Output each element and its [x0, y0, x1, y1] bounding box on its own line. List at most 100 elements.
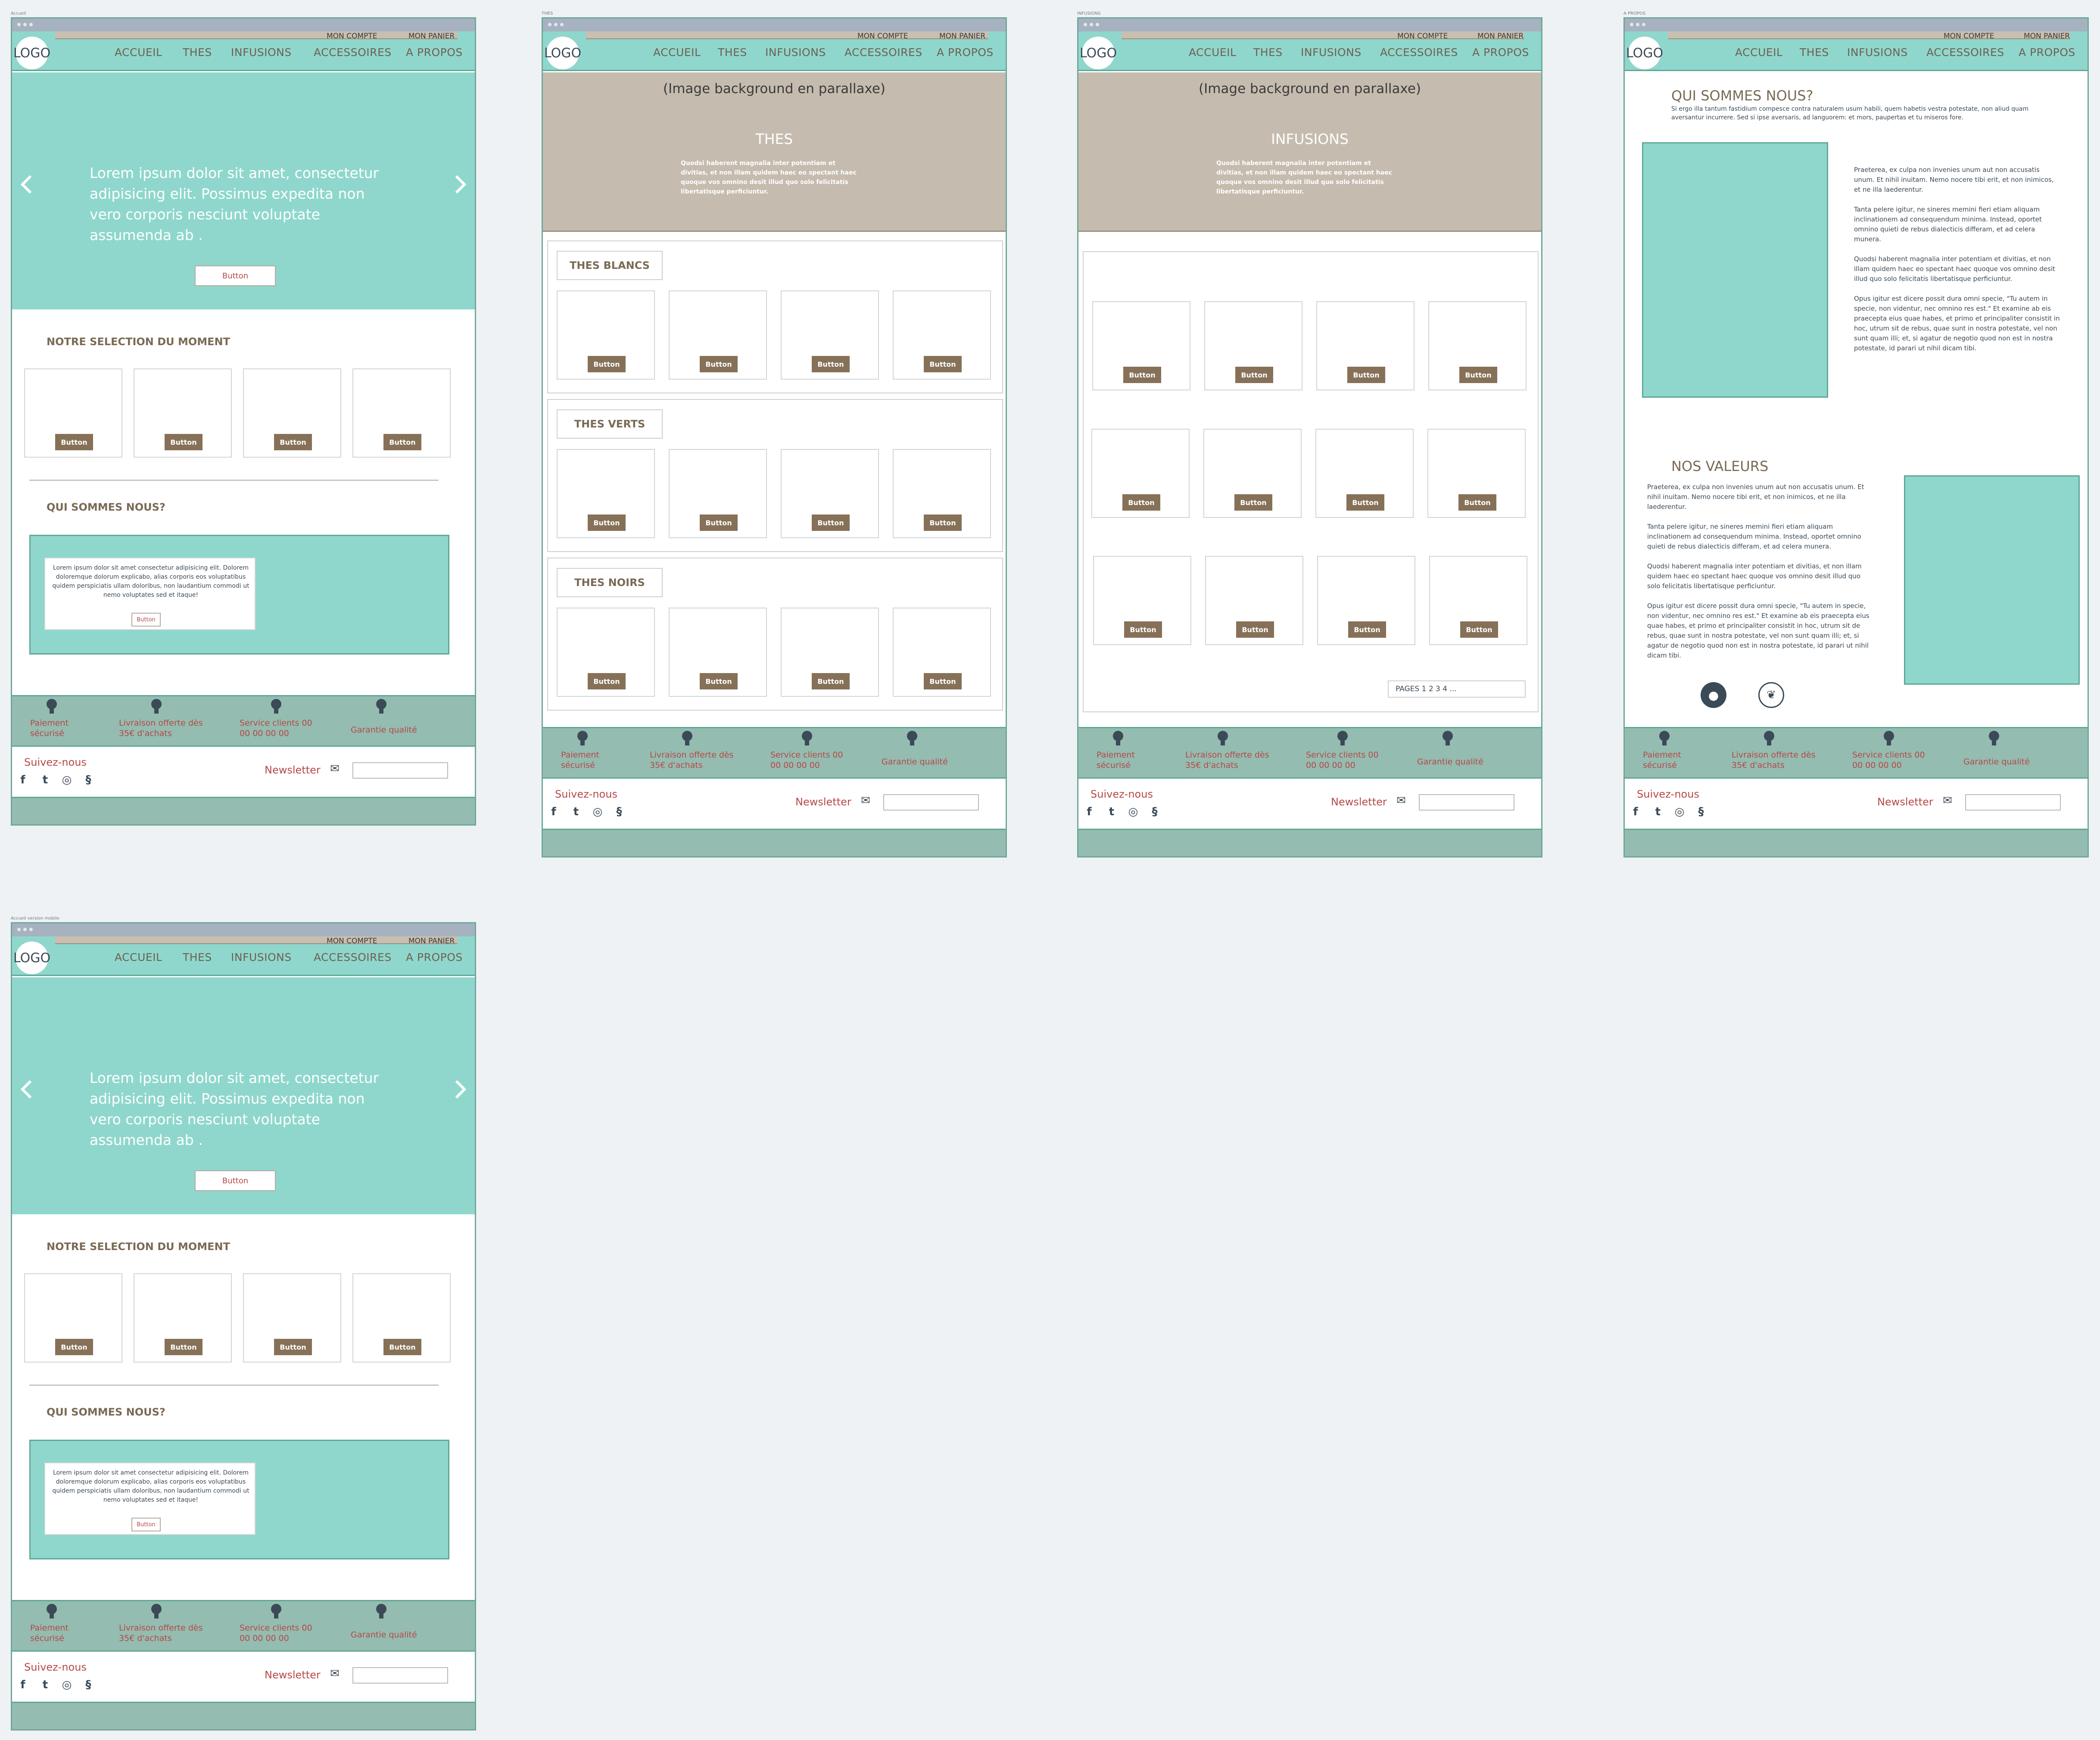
- product-button[interactable]: Button: [812, 673, 850, 689]
- nav-accessoires[interactable]: ACCESSOIRES: [314, 46, 392, 59]
- product-card[interactable]: Button: [243, 368, 341, 458]
- nav-thes[interactable]: THES: [1800, 46, 1829, 59]
- instagram-icon[interactable]: ◎: [1127, 805, 1140, 818]
- nav-a-propos[interactable]: A PROPOS: [1472, 46, 1529, 59]
- nav-infusions[interactable]: INFUSIONS: [765, 46, 826, 59]
- logo[interactable]: LOGO: [544, 37, 581, 69]
- instagram-icon[interactable]: ◎: [60, 1678, 73, 1691]
- product-card[interactable]: Button: [893, 449, 991, 538]
- product-button[interactable]: Button: [812, 356, 850, 372]
- product-card[interactable]: Button: [557, 290, 655, 380]
- twitter-icon[interactable]: t: [570, 805, 583, 818]
- facebook-icon[interactable]: f: [1629, 805, 1642, 818]
- product-button[interactable]: Button: [924, 515, 962, 531]
- product-card[interactable]: Button: [557, 449, 655, 538]
- product-card[interactable]: Button: [1429, 556, 1527, 645]
- product-button[interactable]: Button: [1123, 367, 1161, 383]
- tripadvisor-icon[interactable]: §: [82, 773, 95, 786]
- my-account-link[interactable]: MON COMPTE: [327, 937, 377, 945]
- nav-infusions[interactable]: INFUSIONS: [1847, 46, 1908, 59]
- product-card[interactable]: Button: [24, 1273, 122, 1363]
- product-card[interactable]: Button: [1316, 301, 1415, 390]
- newsletter-input[interactable]: [1965, 794, 2061, 811]
- product-card[interactable]: Button: [781, 290, 879, 380]
- product-card[interactable]: Button: [1203, 429, 1302, 518]
- product-button[interactable]: Button: [1460, 621, 1498, 638]
- newsletter-input[interactable]: [352, 1667, 448, 1684]
- my-cart-link[interactable]: MON PANIER: [408, 937, 455, 945]
- tripadvisor-icon[interactable]: §: [1695, 805, 1707, 818]
- product-card[interactable]: Button: [1091, 429, 1190, 518]
- product-button[interactable]: Button: [588, 356, 626, 372]
- product-button[interactable]: Button: [1458, 494, 1496, 511]
- nav-accessoires[interactable]: ACCESSOIRES: [1380, 46, 1458, 59]
- newsletter-input[interactable]: [883, 794, 979, 811]
- nav-accueil[interactable]: ACCUEIL: [1735, 46, 1782, 59]
- product-button[interactable]: Button: [700, 673, 738, 689]
- product-card[interactable]: Button: [1428, 301, 1527, 390]
- facebook-icon[interactable]: f: [1083, 805, 1096, 818]
- nav-a-propos[interactable]: A PROPOS: [937, 46, 994, 59]
- product-button[interactable]: Button: [165, 434, 203, 450]
- product-card[interactable]: Button: [1093, 556, 1191, 645]
- product-card[interactable]: Button: [781, 608, 879, 697]
- product-button[interactable]: Button: [383, 1339, 421, 1355]
- product-card[interactable]: Button: [893, 608, 991, 697]
- my-cart-link[interactable]: MON PANIER: [408, 32, 455, 41]
- nav-infusions[interactable]: INFUSIONS: [1301, 46, 1362, 59]
- nav-a-propos[interactable]: A PROPOS: [406, 951, 463, 964]
- product-button[interactable]: Button: [1124, 621, 1162, 638]
- product-card[interactable]: Button: [1317, 556, 1415, 645]
- product-card[interactable]: Button: [1092, 301, 1190, 390]
- twitter-icon[interactable]: t: [39, 773, 52, 786]
- about-button[interactable]: Button: [131, 1518, 161, 1531]
- product-button[interactable]: Button: [700, 515, 738, 531]
- nav-a-propos[interactable]: A PROPOS: [406, 46, 463, 59]
- product-button[interactable]: Button: [812, 515, 850, 531]
- nav-accueil[interactable]: ACCUEIL: [1189, 46, 1236, 59]
- logo[interactable]: LOGO: [13, 942, 50, 974]
- hero-button[interactable]: Button: [195, 265, 276, 286]
- nav-accessoires[interactable]: ACCESSOIRES: [844, 46, 922, 59]
- product-button[interactable]: Button: [1348, 621, 1386, 638]
- newsletter-input[interactable]: [1419, 794, 1514, 811]
- nav-a-propos[interactable]: A PROPOS: [2019, 46, 2075, 59]
- product-button[interactable]: Button: [1459, 367, 1497, 383]
- product-card[interactable]: Button: [24, 368, 122, 458]
- product-button[interactable]: Button: [588, 515, 626, 531]
- product-card[interactable]: Button: [352, 1273, 451, 1363]
- product-button[interactable]: Button: [55, 434, 93, 450]
- instagram-icon[interactable]: ◎: [1673, 805, 1686, 818]
- product-button[interactable]: Button: [1346, 494, 1384, 511]
- instagram-icon[interactable]: ◎: [591, 805, 604, 818]
- product-card[interactable]: Button: [243, 1273, 341, 1363]
- product-button[interactable]: Button: [274, 434, 312, 450]
- product-card[interactable]: Button: [781, 449, 879, 538]
- product-button[interactable]: Button: [1122, 494, 1160, 511]
- product-button[interactable]: Button: [1235, 367, 1273, 383]
- my-cart-link[interactable]: MON PANIER: [939, 32, 985, 41]
- nav-accueil[interactable]: ACCUEIL: [115, 46, 162, 59]
- product-card[interactable]: Button: [669, 608, 767, 697]
- nav-infusions[interactable]: INFUSIONS: [231, 46, 292, 59]
- product-button[interactable]: Button: [274, 1339, 312, 1355]
- product-card[interactable]: Button: [1427, 429, 1526, 518]
- instagram-icon[interactable]: ◎: [60, 773, 73, 786]
- facebook-icon[interactable]: f: [16, 1678, 29, 1691]
- nav-accessoires[interactable]: ACCESSOIRES: [1926, 46, 2004, 59]
- hero-button[interactable]: Button: [195, 1170, 276, 1191]
- product-button[interactable]: Button: [1234, 494, 1272, 511]
- facebook-icon[interactable]: f: [16, 773, 29, 786]
- nav-accueil[interactable]: ACCUEIL: [115, 951, 162, 964]
- nav-accessoires[interactable]: ACCESSOIRES: [314, 951, 392, 964]
- product-button[interactable]: Button: [924, 673, 962, 689]
- my-cart-link[interactable]: MON PANIER: [1477, 32, 1524, 41]
- about-button[interactable]: Button: [131, 613, 161, 627]
- product-card[interactable]: Button: [669, 290, 767, 380]
- carousel-prev-icon[interactable]: [20, 1080, 39, 1099]
- twitter-icon[interactable]: t: [1651, 805, 1664, 818]
- nav-infusions[interactable]: INFUSIONS: [231, 951, 292, 964]
- my-account-link[interactable]: MON COMPTE: [1944, 32, 1994, 41]
- carousel-prev-icon[interactable]: [20, 175, 39, 194]
- product-card[interactable]: Button: [352, 368, 451, 458]
